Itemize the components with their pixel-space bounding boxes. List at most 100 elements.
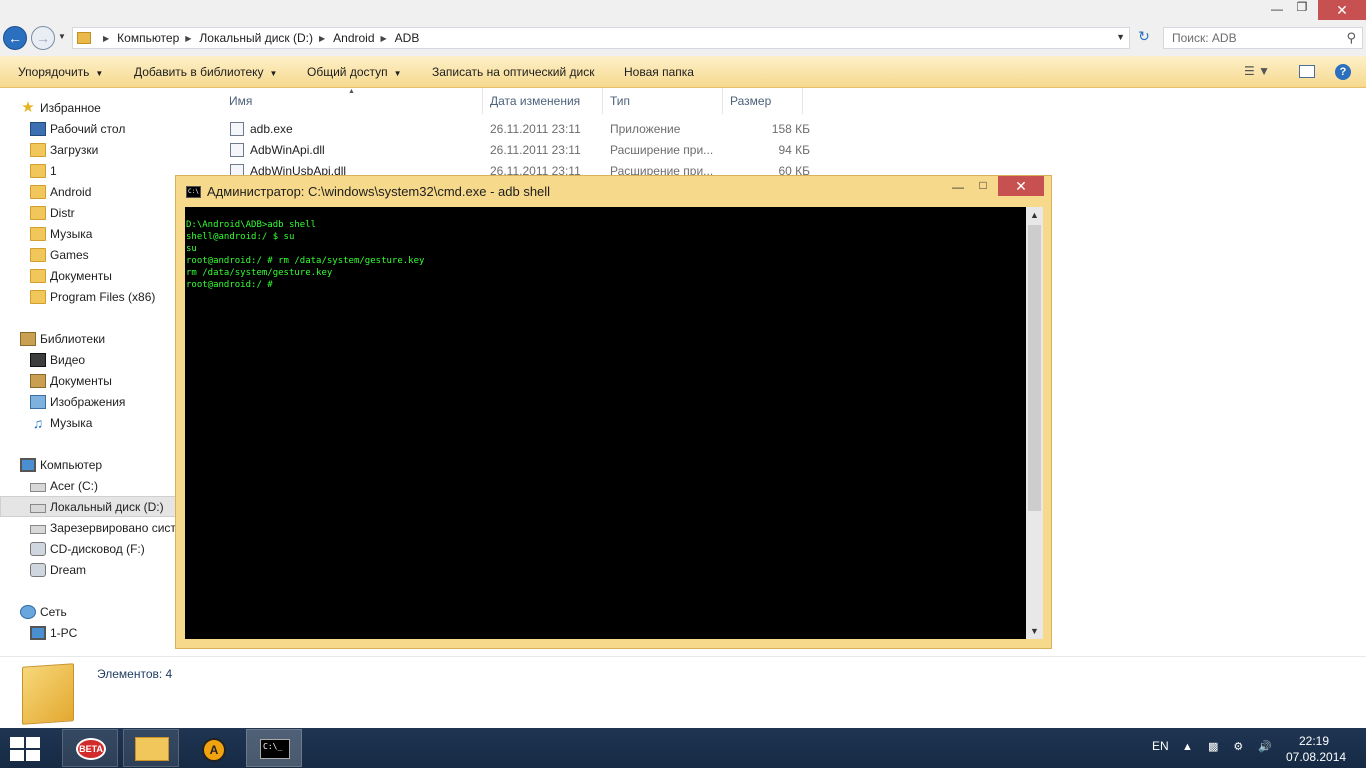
chevron-right-icon[interactable]: ▶ [381,34,387,43]
share-button[interactable]: Общий доступ ▼ [307,65,402,79]
taskbar-app-explorer[interactable] [123,729,179,767]
column-header-name[interactable]: Имя [229,94,252,108]
cmd-title-bar[interactable]: C:\ Администратор: C:\windows\system32\c… [176,176,1051,207]
recent-locations-button[interactable]: ▼ [58,32,66,41]
table-row[interactable]: adb.exe 26.11.2011 23:11 Приложение 158 … [228,119,810,140]
minimize-button[interactable]: — [946,180,970,198]
aimp-player-icon: A [202,738,226,762]
minimize-button[interactable]: — [1266,2,1288,18]
close-button[interactable]: ✕ [1318,0,1366,20]
column-divider[interactable] [482,88,483,114]
nav-label: Dream [50,562,87,577]
table-row[interactable]: AdbWinApi.dll 26.11.2011 23:11 Расширени… [228,140,810,161]
column-divider[interactable] [722,88,723,114]
nav-libraries[interactable]: Библиотеки [20,328,105,349]
taskbar-app-aimp[interactable]: A [185,729,241,767]
nav-computer[interactable]: Компьютер [20,454,102,475]
chevron-right-icon[interactable]: ▶ [185,34,191,43]
nav-favorites[interactable]: ★ Избранное [20,97,101,118]
nav-item-documents-fav[interactable]: Документы [30,265,112,286]
nav-item-cd-drive[interactable]: CD-дисковод (F:) [30,538,145,559]
taskbar-app-cmd[interactable]: C:\_ [246,729,302,767]
burn-disc-button[interactable]: Записать на оптический диск [432,65,595,79]
refresh-icon[interactable]: ↻ [1133,28,1155,48]
system-tray-icons[interactable]: ▲ ▩ ⚙ 🔊 [1182,740,1278,753]
nav-item-program-files[interactable]: Program Files (x86) [30,286,155,307]
console-line: D:\Android\ADB>adb shell [186,220,317,230]
column-header-size[interactable]: Размер [730,94,771,108]
column-header-type[interactable]: Тип [610,94,630,108]
breadcrumb-computer[interactable]: Компьютер [117,31,179,45]
file-name: AdbWinApi.dll [250,143,325,157]
nav-item-music-lib[interactable]: ♫ Музыка [30,412,93,433]
nav-item-1[interactable]: 1 [30,160,57,181]
nav-item-drive-c[interactable]: Acer (C:) [30,475,98,496]
nav-item-dream[interactable]: Dream [30,559,86,580]
maximize-button[interactable]: ❐ [1291,0,1313,18]
nav-item-reserved[interactable]: Зарезервировано сист [30,517,176,538]
cd-drive-icon [30,541,46,556]
help-icon[interactable]: ? [1335,64,1351,80]
breadcrumb-drive-d[interactable]: Локальный диск (D:) [199,31,313,45]
beta-app-icon: BETA [76,738,106,760]
application-icon [230,122,244,136]
back-button[interactable]: ← [3,26,27,50]
console-output[interactable]: D:\Android\ADB>adb shell shell@android:/… [185,207,1026,639]
nav-item-distr[interactable]: Distr [30,202,75,223]
new-folder-button[interactable]: Новая папка [624,65,694,79]
nav-label: Acer (C:) [50,478,98,493]
column-header-date[interactable]: Дата изменения [490,94,580,108]
folder-icon [22,663,74,725]
nav-item-music-fav[interactable]: Музыка [30,223,92,244]
nav-item-games[interactable]: Games [30,244,89,265]
view-options-icon[interactable]: ☰ ▼ [1244,64,1270,78]
scrollbar-thumb[interactable] [1028,225,1041,511]
drive-icon [30,524,46,534]
close-button[interactable]: ✕ [998,176,1044,196]
drive-icon [30,482,46,492]
scroll-up-icon[interactable]: ▲ [1026,207,1043,223]
image-icon [30,394,46,409]
maximize-button[interactable]: □ [971,178,995,196]
taskbar-app-beta[interactable]: BETA [62,729,118,767]
breadcrumb-android[interactable]: Android [333,31,374,45]
console-prompt[interactable]: root@android:/ # [186,279,1025,291]
scroll-down-icon[interactable]: ▼ [1026,623,1043,639]
folder-icon [30,268,46,283]
nav-item-android[interactable]: Android [30,181,91,202]
nav-item-images[interactable]: Изображения [30,391,125,412]
command-bar: Упорядочить ▼ Добавить в библиотеку ▼ Общи… [0,56,1366,88]
nav-label: Документы [50,373,112,388]
nav-item-desktop[interactable]: Рабочий стол [30,118,125,139]
chevron-right-icon[interactable]: ▶ [103,34,109,43]
nav-network[interactable]: Сеть [20,601,67,622]
nav-item-downloads[interactable]: Загрузки [30,139,98,160]
nav-item-documents-lib[interactable]: Документы [30,370,112,391]
nav-label: Зарезервировано сист [50,520,176,535]
chevron-right-icon[interactable]: ▶ [319,34,325,43]
address-dropdown-icon[interactable]: ▼ [1116,32,1125,42]
preview-pane-icon[interactable] [1299,65,1315,78]
organize-button[interactable]: Упорядочить ▼ [18,65,103,79]
add-to-library-label: Добавить в библиотеку [134,65,264,79]
column-divider[interactable] [602,88,603,114]
console-line: su [186,244,197,254]
language-indicator[interactable]: EN [1152,739,1169,753]
breadcrumb-adb[interactable]: ADB [395,31,420,45]
nav-item-1-pc[interactable]: 1-PC [30,622,77,643]
forward-button[interactable]: → [31,26,55,50]
start-button[interactable] [10,737,42,761]
file-explorer-icon [135,737,169,761]
search-icon[interactable]: ⚲ [1346,30,1356,46]
nav-item-video[interactable]: Видео [30,349,85,370]
file-type: Расширение при... [610,143,714,157]
add-to-library-button[interactable]: Добавить в библиотеку ▼ [134,65,277,79]
address-field[interactable]: ▶ Компьютер ▶ Локальный диск (D:) ▶ Andr… [72,27,1130,49]
vertical-scrollbar[interactable]: ▲ ▼ [1026,207,1043,639]
clock-date[interactable]: 07.08.2014 [1286,750,1346,764]
column-divider[interactable] [802,88,803,114]
search-input[interactable]: Поиск: ADB ⚲ [1163,27,1363,49]
windows-logo-icon [26,750,40,761]
clock-time[interactable]: 22:19 [1299,734,1329,748]
computer-icon [30,625,46,640]
